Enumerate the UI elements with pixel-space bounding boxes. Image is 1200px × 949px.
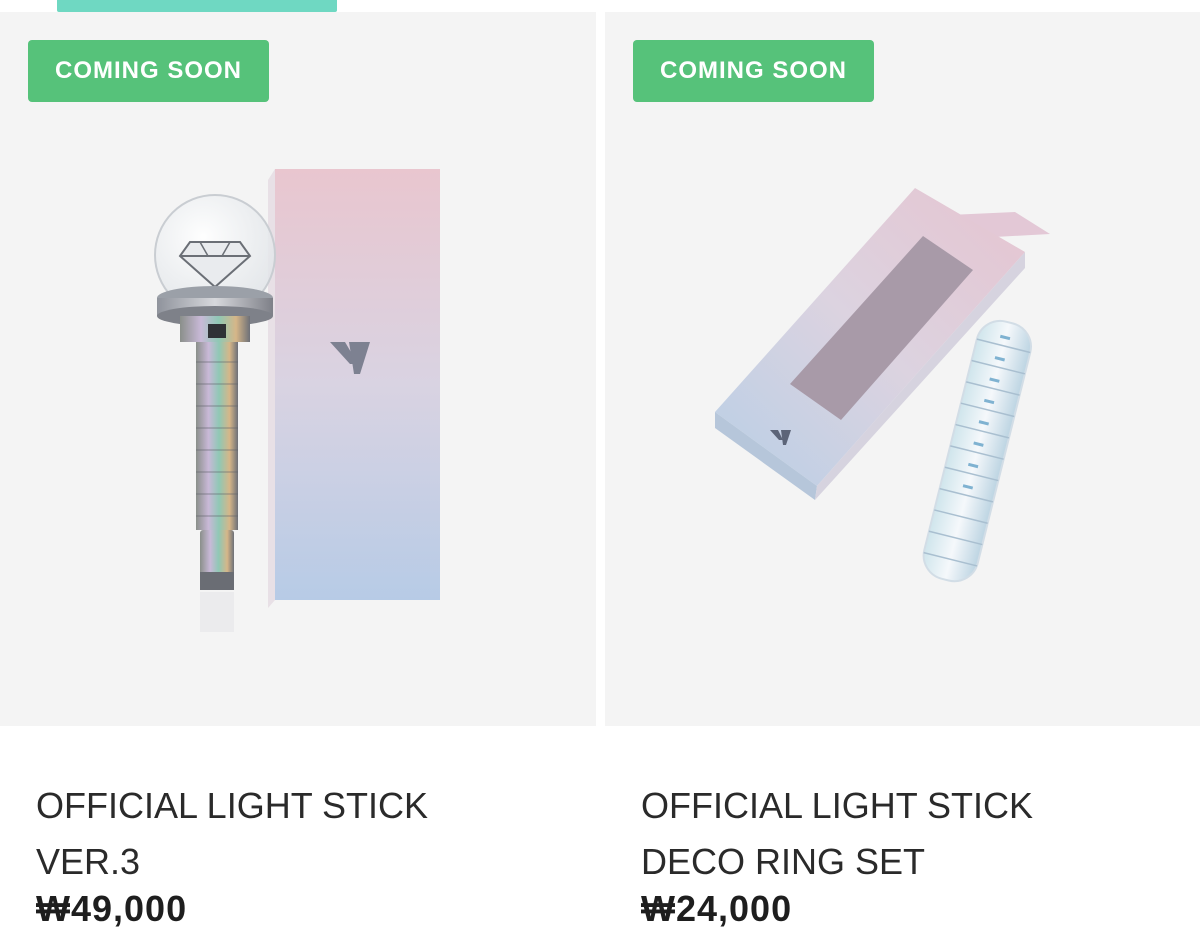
deco-ring-set-with-box-icon <box>715 188 1050 583</box>
product-title[interactable]: OFFICIAL LIGHT STICK VER.3 <box>36 778 556 890</box>
product-price: ₩24,000 <box>641 888 793 929</box>
light-stick-with-box-icon <box>154 169 440 632</box>
product-title-line: OFFICIAL LIGHT STICK <box>36 785 429 826</box>
product-image[interactable]: COMING SOON <box>0 12 596 726</box>
product-image[interactable]: COMING SOON <box>605 12 1200 726</box>
product-title-line: VER.3 <box>36 841 141 882</box>
product-title-line: OFFICIAL LIGHT STICK <box>641 785 1034 826</box>
product-card[interactable]: COMING SOON OFFICIAL LIGHT STICK DECO RI… <box>605 12 1200 949</box>
active-tab-indicator <box>57 0 337 12</box>
product-title-line: DECO RING SET <box>641 841 926 882</box>
coming-soon-badge: COMING SOON <box>633 40 874 102</box>
product-price: ₩49,000 <box>36 888 188 929</box>
product-title[interactable]: OFFICIAL LIGHT STICK DECO RING SET <box>641 778 1161 890</box>
coming-soon-badge: COMING SOON <box>28 40 269 102</box>
product-card[interactable]: COMING SOON OFFICIAL LIGHT STICK VER.3 ₩… <box>0 12 596 949</box>
